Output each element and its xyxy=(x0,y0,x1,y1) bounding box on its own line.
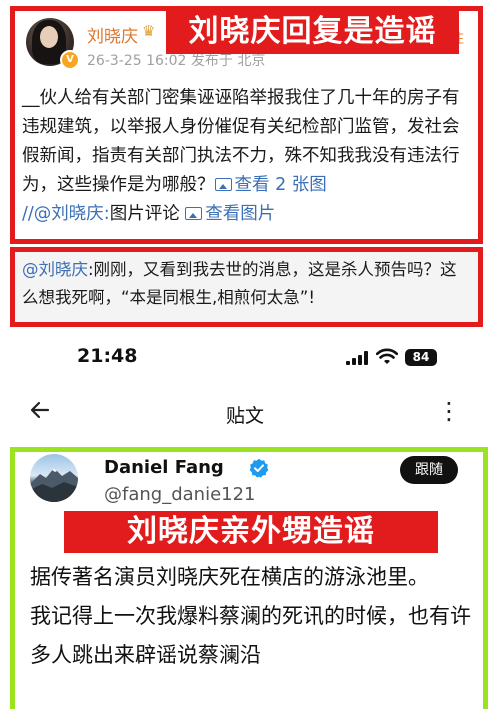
headline-banner: 刘晓庆亲外甥造谣 xyxy=(64,511,438,553)
tweet-author-avatar[interactable] xyxy=(30,454,78,502)
comment-body: @刘晓庆:刚刚，又看到我去世的消息，这是杀人预告吗？这么想我死啊，“本是同根生,… xyxy=(22,256,462,312)
verified-badge-icon: V xyxy=(60,50,80,70)
status-bar-time: 21:48 xyxy=(77,345,138,367)
reply-mention-link[interactable]: //@刘晓庆: xyxy=(22,204,110,224)
reply-text: 图片评论 xyxy=(109,204,186,224)
crown-icon: ♛ xyxy=(142,22,156,40)
tweet-author-name[interactable]: Daniel Fang xyxy=(104,457,224,478)
author-name[interactable]: 刘晓庆 xyxy=(87,22,138,47)
cellular-signal-icon xyxy=(346,351,368,365)
post-body: __伙人给有关部门密集诬诬陷举报我住了几十年的房子有违规建筑，以举报人身份催促有… xyxy=(22,84,462,229)
wifi-icon xyxy=(376,348,398,364)
page-title: 贴文 xyxy=(226,405,265,427)
follow-button[interactable]: 跟随 xyxy=(400,456,458,484)
tweet-author-handle[interactable]: @fang_danie121 xyxy=(104,484,256,505)
image-icon xyxy=(185,207,203,220)
image-icon xyxy=(214,178,232,191)
view-images-link[interactable]: 查看 2 张图 xyxy=(214,175,327,195)
view-image-link[interactable]: 查看图片 xyxy=(185,204,275,224)
comment-text: :刚刚，又看到我去世的消息，这是杀人预告吗？这么想我死啊，“本是同根生,相煎何太… xyxy=(22,260,457,307)
headline-banner: 刘晓庆回复是造谣 xyxy=(166,10,459,54)
tweet-text: 据传著名演员刘晓庆死在横店的游泳池里。 我记得上一次我爆料蔡澜的死讯的时候，也有… xyxy=(30,565,471,667)
back-arrow-icon[interactable] xyxy=(30,400,50,420)
verified-check-icon xyxy=(249,458,269,478)
comment-author-link[interactable]: @刘晓庆 xyxy=(22,260,88,279)
battery-indicator: 84 xyxy=(405,349,437,366)
more-options-icon[interactable]: ⋮ xyxy=(437,399,461,423)
